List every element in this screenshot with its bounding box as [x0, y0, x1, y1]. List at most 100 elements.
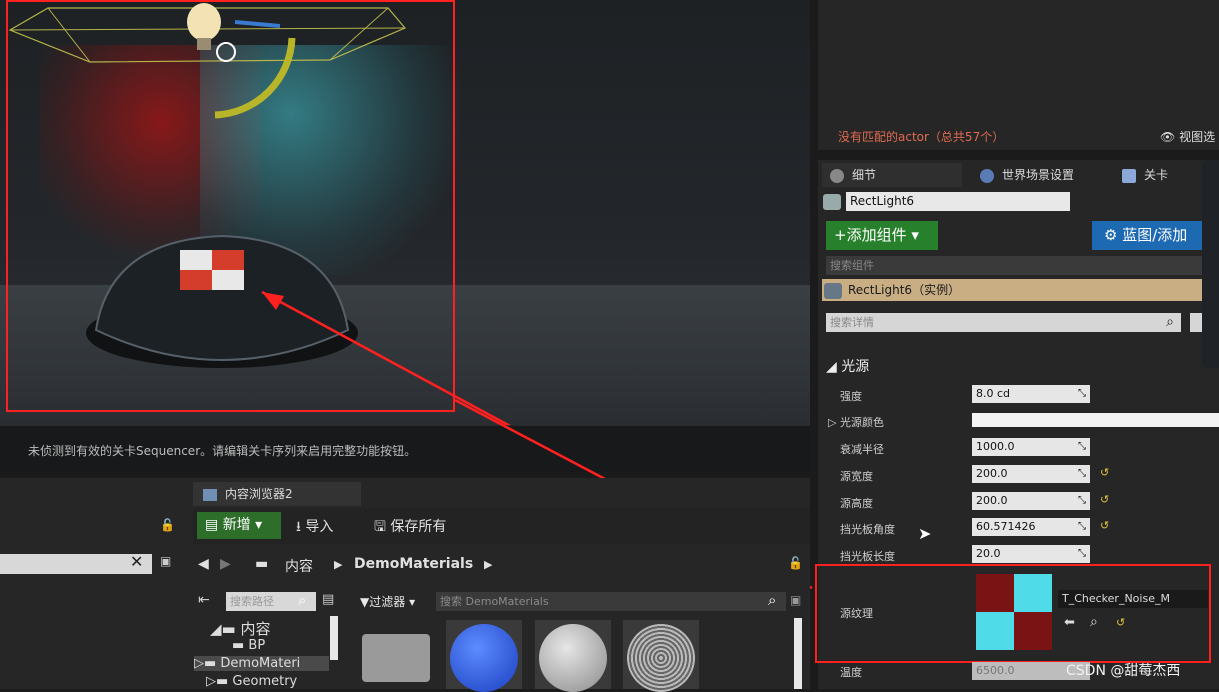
left-dock-pane [0, 508, 190, 689]
prop-barn-door-length-field[interactable]: 20.0 ⤡ [972, 545, 1090, 563]
add-component-button[interactable]: +添加组件 ▾ [826, 221, 938, 250]
reset-arrow-icon[interactable]: ↺ [1100, 466, 1109, 479]
breadcrumb-separator-icon: ▶ [484, 558, 493, 571]
content-browser-icon [203, 488, 217, 501]
component-instance-row[interactable]: RectLight6（实例） [822, 279, 1219, 301]
folder-icon: ▷▬ [194, 656, 221, 671]
globe-icon [980, 168, 994, 183]
material-sphere-icon [627, 624, 695, 692]
prop-barn-door-angle-field[interactable]: 60.571426 ⤡ [972, 518, 1090, 536]
prop-temperature-label: 温度 [840, 666, 862, 679]
breadcrumb-demomaterials[interactable]: DemoMaterials [354, 556, 473, 572]
lock-icon[interactable]: 🔓 [160, 518, 175, 532]
folder-icon [362, 634, 430, 682]
actor-icon [823, 194, 841, 210]
asset-scrollbar[interactable] [794, 618, 802, 689]
save-all-button[interactable]: 🖫 保存所有 [374, 516, 446, 540]
tree-item-bp[interactable]: ▬ BP [232, 638, 265, 653]
tab-content-browser[interactable]: 内容浏览器2 [193, 482, 361, 506]
new-asset-icon: ▤ [205, 517, 223, 533]
breadcrumb-content[interactable]: 内容 [285, 556, 313, 576]
tab-level[interactable]: 关卡 [1114, 163, 1194, 187]
prop-light-color-label: ▷ 光源颜色 [828, 416, 884, 429]
filter-icon: ▼ [360, 595, 370, 609]
mouse-cursor-icon: ➤ [918, 524, 932, 543]
gear-icon: ⚙ [1104, 226, 1123, 244]
folder-icon: ▷▬ [206, 674, 233, 689]
import-button[interactable]: ⭳ 导入 [296, 516, 333, 540]
clear-x-icon[interactable]: ✕ [130, 552, 143, 571]
sources-toggle-icon[interactable]: ⇤ [198, 592, 210, 608]
material-sphere-icon [539, 624, 607, 692]
light-actor-icon [824, 282, 842, 299]
history-back-icon[interactable]: ◀ [198, 556, 209, 572]
watermark: CSDN @甜莓杰西 [1066, 663, 1181, 679]
chevron-down-icon: ▾ [405, 595, 416, 609]
component-search-input[interactable]: 搜索组件 [826, 256, 1219, 275]
tree-item-demomaterials[interactable]: ▷▬ DemoMateri [194, 656, 329, 671]
folder-icon: ▬ [232, 638, 249, 653]
level-icon [1122, 168, 1136, 183]
asset-thumbnail-blue[interactable] [446, 620, 522, 692]
add-new-button[interactable]: ▤ 新增 ▾ [197, 512, 281, 539]
drag-arrows-icon: ⤡ [1078, 495, 1086, 506]
asset-thumbnail-grey[interactable] [535, 620, 611, 692]
download-icon: ⭳ [296, 519, 306, 535]
collapse-triangle-icon: ◢ [826, 359, 842, 375]
section-light-header[interactable]: ◢ 光源 [826, 356, 869, 376]
details-search-input[interactable]: 搜索详情 [826, 313, 1181, 332]
save-icon[interactable]: ▣ [160, 554, 171, 568]
content-browser-toolbar [193, 508, 810, 544]
search-icon[interactable]: ⌕ [298, 591, 306, 609]
save-search-icon[interactable]: ▣ [790, 593, 801, 607]
magnifier-icon[interactable]: ⌕ [1160, 313, 1180, 332]
search-icon [830, 168, 844, 183]
drag-arrows-icon: ⤡ [1078, 521, 1086, 532]
asset-search-input[interactable]: 搜索 DemoMaterials [436, 592, 786, 611]
chevron-down-icon: ▾ [250, 517, 263, 533]
reset-arrow-icon[interactable]: ↺ [1100, 519, 1109, 532]
actor-name-field[interactable]: RectLight6 [846, 192, 1070, 211]
prop-attenuation-label: 衰减半径 [840, 443, 884, 456]
tree-item-geometry[interactable]: ▷▬ Geometry [206, 674, 297, 689]
prop-intensity-field[interactable]: 8.0 cd ⤡ [972, 385, 1090, 403]
prop-barn-door-angle-label: 挡光板角度 [840, 523, 895, 536]
prop-intensity-label: 强度 [840, 390, 862, 403]
reset-arrow-icon[interactable]: ↺ [1100, 493, 1109, 506]
list-icon[interactable]: ▤ [322, 592, 334, 607]
tab-world-settings[interactable]: 世界场景设置 [972, 163, 1107, 187]
prop-source-width-field[interactable]: 200.0 ⤡ [972, 465, 1090, 483]
prop-source-height-label: 源高度 [840, 497, 873, 510]
prop-source-width-label: 源宽度 [840, 470, 873, 483]
asset-thumbnail-noise[interactable] [623, 620, 699, 692]
lock-icon[interactable]: 🔓 [788, 556, 803, 570]
drag-arrows-icon: ⤡ [1078, 548, 1086, 559]
view-options-button[interactable]: 👁 视图选 [1160, 128, 1215, 145]
history-forward-icon[interactable]: ▶ [220, 556, 231, 572]
expand-triangle-icon: ▷ [828, 416, 840, 429]
annotation-box-texture [815, 564, 1211, 663]
light-color-swatch[interactable] [972, 413, 1219, 427]
eye-icon: 👁 [1160, 130, 1176, 144]
folder-icon: ▬ [255, 556, 269, 572]
filters-button[interactable]: ▼过滤器 ▾ [360, 593, 415, 610]
drag-arrows-icon: ⤡ [1078, 468, 1086, 479]
prop-source-height-field[interactable]: 200.0 ⤡ [972, 492, 1090, 510]
search-icon[interactable]: ⌕ [768, 591, 776, 609]
folder-thumbnail[interactable] [358, 620, 434, 689]
material-sphere-icon [450, 624, 518, 692]
folder-open-icon: ◢▬ [210, 620, 241, 638]
prop-barn-door-length-label: 挡光板长度 [840, 550, 895, 563]
tree-item-content[interactable]: ◢▬ 内容 [210, 618, 271, 639]
outliner-no-match: 没有匹配的actor（总共57个） [838, 130, 1005, 144]
save-icon: 🖫 [374, 519, 391, 535]
prop-attenuation-field[interactable]: 1000.0 ⤡ [972, 438, 1090, 456]
drag-arrows-icon: ⤡ [1078, 388, 1086, 399]
chevron-down-icon: ▾ [911, 226, 919, 244]
breadcrumb-separator-icon: ▶ [334, 558, 343, 571]
tree-scrollbar[interactable] [330, 616, 338, 660]
blueprint-add-script-button[interactable]: ⚙ 蓝图/添加 [1092, 221, 1219, 250]
side-overlay-panel [1202, 160, 1219, 368]
drag-arrows-icon: ⤡ [1078, 441, 1086, 452]
tab-details[interactable]: 细节 [822, 163, 962, 187]
